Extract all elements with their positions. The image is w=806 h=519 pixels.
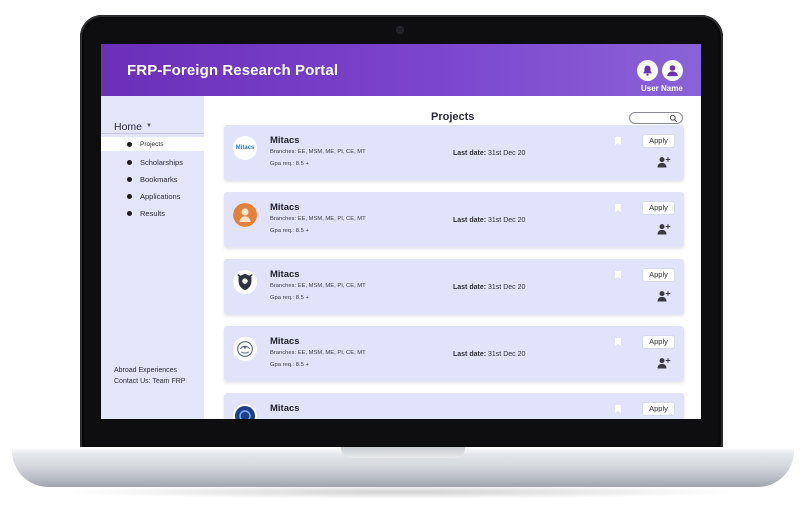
avatar-icon [233,203,257,227]
bookmark-icon[interactable] [615,271,621,279]
deadline-value: 31st Dec 20 [488,284,526,291]
laptop-screen: FRP-Foreign Research Portal User Name Ho… [101,44,701,419]
apply-button[interactable]: Apply [643,336,674,348]
project-card[interactable]: Mitacs Branches: EE, MSM, ME, PI, CE, MT… [224,259,684,314]
abroad-experiences-link[interactable]: Abroad Experiences [114,367,177,374]
bookmark-icon[interactable] [615,204,621,212]
globe-icon [235,406,255,419]
webcam [397,27,403,33]
apply-button[interactable]: Apply [643,403,674,415]
deadline-label: Last date: [453,150,487,157]
project-gpa: Gpa req.: 8.5 + [270,228,309,234]
project-gpa: Gpa req.: 8.5 + [270,362,309,368]
sidebar-item-results[interactable]: Results [101,206,204,220]
project-title: Mitacs [270,135,300,146]
sidebar-item-bookmarks[interactable]: Bookmarks [101,172,204,186]
project-logo [233,337,257,361]
project-logo [233,404,257,419]
project-branches: Branches: EE, MSM, ME, PI, CE, MT [270,350,366,356]
bullet-icon [127,193,132,199]
deadline-label: Last date: [453,284,487,291]
apply-button[interactable]: Apply [643,135,674,147]
sidebar-item-applications[interactable]: Applications [101,189,204,203]
mitacs-logo: Mitacs [233,136,257,160]
project-title: Mitacs [270,202,300,213]
project-title: Mitacs [270,336,300,347]
home-dropdown[interactable]: Home ▼ [101,119,204,134]
project-deadline: Last date: 31st Dec 20 [453,351,525,358]
chevron-down-icon: ▼ [146,123,152,129]
add-user-icon[interactable] [657,357,671,369]
sidebar-item-label: Bookmarks [140,174,178,184]
home-label: Home [114,121,143,133]
project-card[interactable]: Mitacs Branches: EE, MSM, ME, PI, CE, MT… [224,192,684,247]
crest-icon [237,273,253,291]
sidebar-item-label: Scholarships [140,157,183,167]
bullet-icon [127,176,132,182]
main-content: Projects Mitacs Mitacs Branches: EE, MSM… [204,96,701,419]
project-title: Mitacs [270,269,300,280]
project-logo [233,270,257,294]
project-branches: Branches: EE, MSM, ME, PI, CE, MT [270,149,366,155]
laptop-shadow [60,485,746,499]
add-user-icon[interactable] [657,223,671,235]
sidebar-item-label: Applications [140,191,181,201]
project-branches: Branches: EE, MSM, ME, PI, CE, MT [270,216,366,222]
search-input[interactable] [629,112,683,124]
project-branches: Branches: EE, MSM, ME, PI, CE, MT [270,283,366,289]
app-header: FRP-Foreign Research Portal User Name [101,44,701,96]
bookmark-icon[interactable] [615,338,621,346]
bookmark-icon[interactable] [615,405,621,413]
project-deadline: Last date: 31st Dec 20 [453,217,525,224]
sidebar-item-label: Projects [140,140,164,148]
project-gpa: Gpa req.: 8.5 + [270,161,309,167]
add-user-icon[interactable] [657,290,671,302]
app-title: FRP-Foreign Research Portal [127,62,339,79]
bullet-icon [127,141,132,147]
sidebar-item-projects[interactable]: Projects [101,137,204,151]
project-card[interactable]: Mitacs Mitacs Branches: EE, MSM, ME, PI,… [224,125,684,180]
sidebar: Home ▼ Projects Scholarships Bookmarks A… [101,96,204,419]
deadline-label: Last date: [453,217,487,224]
deadline-value: 31st Dec 20 [488,150,526,157]
profile-button[interactable] [662,60,683,81]
contact-us-link[interactable]: Contact Us: Team FRP [114,378,185,385]
emblem-icon [237,341,253,357]
apply-button[interactable]: Apply [643,269,674,281]
add-user-icon[interactable] [657,156,671,168]
bullet-icon [127,159,132,165]
deadline-value: 31st Dec 20 [488,351,526,358]
notifications-button[interactable] [637,60,658,81]
project-card[interactable]: Mitacs Apply [224,393,684,419]
project-deadline: Last date: 31st Dec 20 [453,150,525,157]
user-icon [667,65,678,77]
project-logo [233,203,257,227]
bookmark-icon[interactable] [615,137,621,145]
logo-text: Mitacs [235,145,255,151]
deadline-label: Last date: [453,351,487,358]
deadline-value: 31st Dec 20 [488,217,526,224]
user-name-label: User Name [641,84,683,93]
project-card[interactable]: Mitacs Branches: EE, MSM, ME, PI, CE, MT… [224,326,684,381]
search-icon [669,114,678,123]
apply-button[interactable]: Apply [643,202,674,214]
project-title: Mitacs [270,403,300,414]
sidebar-item-label: Results [140,208,166,218]
bullet-icon [127,210,132,216]
sidebar-item-scholarships[interactable]: Scholarships [101,155,204,169]
page-title: Projects [431,111,475,123]
laptop-lid-notch [341,447,465,458]
bell-icon [643,65,652,76]
project-gpa: Gpa req.: 8.5 + [270,295,309,301]
project-deadline: Last date: 31st Dec 20 [453,284,525,291]
